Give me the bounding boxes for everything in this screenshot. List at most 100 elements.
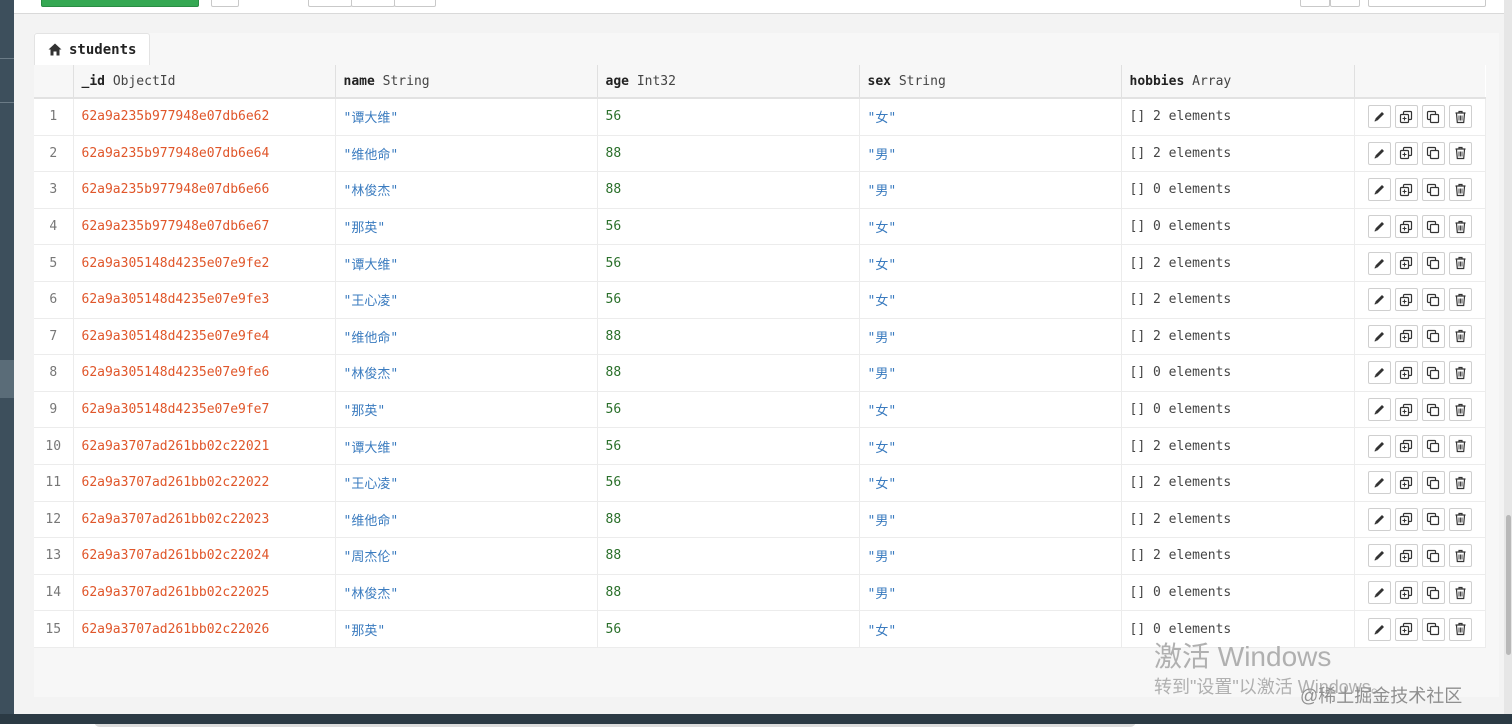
cell-name[interactable]: "那英": [335, 208, 598, 246]
table-row[interactable]: 14 62a9a3707ad261bb02c22025 "林俊杰" 88 "男"[] 0…: [34, 574, 1486, 612]
cell-name[interactable]: "维他命": [335, 318, 598, 356]
cell-age[interactable]: 88: [597, 574, 860, 612]
copy-document-button[interactable]: [1421, 434, 1445, 458]
primary-action-button[interactable]: [41, 0, 199, 7]
cell-age[interactable]: 56: [597, 427, 860, 465]
vertical-scrollbar[interactable]: [1504, 0, 1512, 724]
cell-age[interactable]: 88: [597, 135, 860, 173]
delete-document-button[interactable]: [1448, 434, 1472, 458]
row-number[interactable]: 9: [34, 391, 74, 429]
edit-document-button[interactable]: [1367, 617, 1391, 641]
cell-id[interactable]: 62a9a235b977948e07db6e66: [73, 171, 336, 209]
delete-document-button[interactable]: [1448, 141, 1472, 165]
table-row[interactable]: 2 62a9a235b977948e07db6e64 "维他命" 88 "男"[] 2 …: [34, 135, 1486, 173]
cell-id[interactable]: 62a9a305148d4235e07e9fe6: [73, 354, 336, 392]
cell-age[interactable]: 56: [597, 391, 860, 429]
delete-document-button[interactable]: [1448, 544, 1472, 568]
delete-document-button[interactable]: [1448, 215, 1472, 239]
toolbar-button[interactable]: [211, 0, 239, 7]
cell-name[interactable]: "林俊杰": [335, 574, 598, 612]
cell-id[interactable]: 62a9a235b977948e07db6e62: [73, 98, 336, 136]
copy-document-button[interactable]: [1421, 581, 1445, 605]
row-number[interactable]: 10: [34, 427, 74, 465]
cell-id[interactable]: 62a9a3707ad261bb02c22023: [73, 501, 336, 539]
cell-name[interactable]: "那英": [335, 391, 598, 429]
cell-hobbies[interactable]: [] 2 elements: [1121, 501, 1355, 539]
copy-document-button[interactable]: [1421, 507, 1445, 531]
view-toggle-button[interactable]: [308, 0, 352, 7]
table-row[interactable]: 1 62a9a235b977948e07db6e62 "谭大维" 56 "女"[] 2 …: [34, 98, 1486, 136]
cell-hobbies[interactable]: [] 0 elements: [1121, 391, 1355, 429]
cell-hobbies[interactable]: [] 2 elements: [1121, 427, 1355, 465]
scrollbar-thumb[interactable]: [1506, 515, 1511, 655]
cell-hobbies[interactable]: [] 2 elements: [1121, 244, 1355, 282]
table-row[interactable]: 6 62a9a305148d4235e07e9fe3 "王心凌" 56 "女"[] 2 …: [34, 281, 1486, 319]
cell-sex[interactable]: "女": [859, 610, 1122, 648]
row-number[interactable]: 8: [34, 354, 74, 392]
table-row[interactable]: 11 62a9a3707ad261bb02c22022 "王心凌" 56 "女"[] 2…: [34, 464, 1486, 502]
cell-name[interactable]: "王心凌": [335, 281, 598, 319]
cell-sex[interactable]: "男": [859, 501, 1122, 539]
clone-document-button[interactable]: [1394, 471, 1418, 495]
clone-document-button[interactable]: [1394, 361, 1418, 385]
table-row[interactable]: 4 62a9a235b977948e07db6e67 "那英" 56 "女"[] 0 e…: [34, 208, 1486, 246]
table-row[interactable]: 15 62a9a3707ad261bb02c22026 "那英" 56 "女"[] 0 …: [34, 610, 1486, 648]
copy-document-button[interactable]: [1421, 544, 1445, 568]
sidebar-selected-item[interactable]: [0, 360, 14, 398]
edit-document-button[interactable]: [1367, 215, 1391, 239]
clone-document-button[interactable]: [1394, 141, 1418, 165]
row-number[interactable]: 11: [34, 464, 74, 502]
copy-document-button[interactable]: [1421, 361, 1445, 385]
row-number[interactable]: 5: [34, 244, 74, 282]
cell-age[interactable]: 56: [597, 244, 860, 282]
cell-id[interactable]: 62a9a3707ad261bb02c22022: [73, 464, 336, 502]
column-header-sex[interactable]: sex String: [859, 65, 1122, 99]
table-row[interactable]: 12 62a9a3707ad261bb02c22023 "维他命" 88 "男"[] 2…: [34, 501, 1486, 539]
delete-document-button[interactable]: [1448, 178, 1472, 202]
delete-document-button[interactable]: [1448, 471, 1472, 495]
cell-hobbies[interactable]: [] 0 elements: [1121, 171, 1355, 209]
cell-hobbies[interactable]: [] 2 elements: [1121, 318, 1355, 356]
cell-age[interactable]: 88: [597, 537, 860, 575]
cell-name[interactable]: "谭大维": [335, 244, 598, 282]
edit-document-button[interactable]: [1367, 141, 1391, 165]
clone-document-button[interactable]: [1394, 544, 1418, 568]
table-row[interactable]: 5 62a9a305148d4235e07e9fe2 "谭大维" 56 "女"[] 2 …: [34, 244, 1486, 282]
delete-document-button[interactable]: [1448, 251, 1472, 275]
cell-sex[interactable]: "女": [859, 427, 1122, 465]
copy-document-button[interactable]: [1421, 617, 1445, 641]
clone-document-button[interactable]: [1394, 251, 1418, 275]
cell-sex[interactable]: "女": [859, 391, 1122, 429]
cell-name[interactable]: "维他命": [335, 501, 598, 539]
table-row[interactable]: 3 62a9a235b977948e07db6e66 "林俊杰" 88 "男"[] 0 …: [34, 171, 1486, 209]
delete-document-button[interactable]: [1448, 288, 1472, 312]
row-number[interactable]: 4: [34, 208, 74, 246]
clone-document-button[interactable]: [1394, 215, 1418, 239]
view-toggle-button[interactable]: [351, 0, 395, 7]
cell-sex[interactable]: "男": [859, 171, 1122, 209]
cell-age[interactable]: 88: [597, 318, 860, 356]
delete-document-button[interactable]: [1448, 507, 1472, 531]
cell-hobbies[interactable]: [] 0 elements: [1121, 208, 1355, 246]
clone-document-button[interactable]: [1394, 617, 1418, 641]
cell-age[interactable]: 56: [597, 98, 860, 136]
cell-id[interactable]: 62a9a305148d4235e07e9fe7: [73, 391, 336, 429]
cell-sex[interactable]: "女": [859, 244, 1122, 282]
cell-age[interactable]: 56: [597, 464, 860, 502]
cell-id[interactable]: 62a9a235b977948e07db6e67: [73, 208, 336, 246]
edit-document-button[interactable]: [1367, 251, 1391, 275]
edit-document-button[interactable]: [1367, 434, 1391, 458]
edit-document-button[interactable]: [1367, 105, 1391, 129]
copy-document-button[interactable]: [1421, 141, 1445, 165]
row-number[interactable]: 3: [34, 171, 74, 209]
cell-hobbies[interactable]: [] 2 elements: [1121, 98, 1355, 136]
next-page-button[interactable]: [1330, 0, 1360, 7]
cell-age[interactable]: 56: [597, 610, 860, 648]
cell-hobbies[interactable]: [] 0 elements: [1121, 574, 1355, 612]
cell-id[interactable]: 62a9a305148d4235e07e9fe3: [73, 281, 336, 319]
cell-name[interactable]: "维他命": [335, 135, 598, 173]
clone-document-button[interactable]: [1394, 178, 1418, 202]
table-row[interactable]: 7 62a9a305148d4235e07e9fe4 "维他命" 88 "男"[] 2 …: [34, 318, 1486, 356]
cell-hobbies[interactable]: [] 2 elements: [1121, 135, 1355, 173]
cell-hobbies[interactable]: [] 0 elements: [1121, 610, 1355, 648]
